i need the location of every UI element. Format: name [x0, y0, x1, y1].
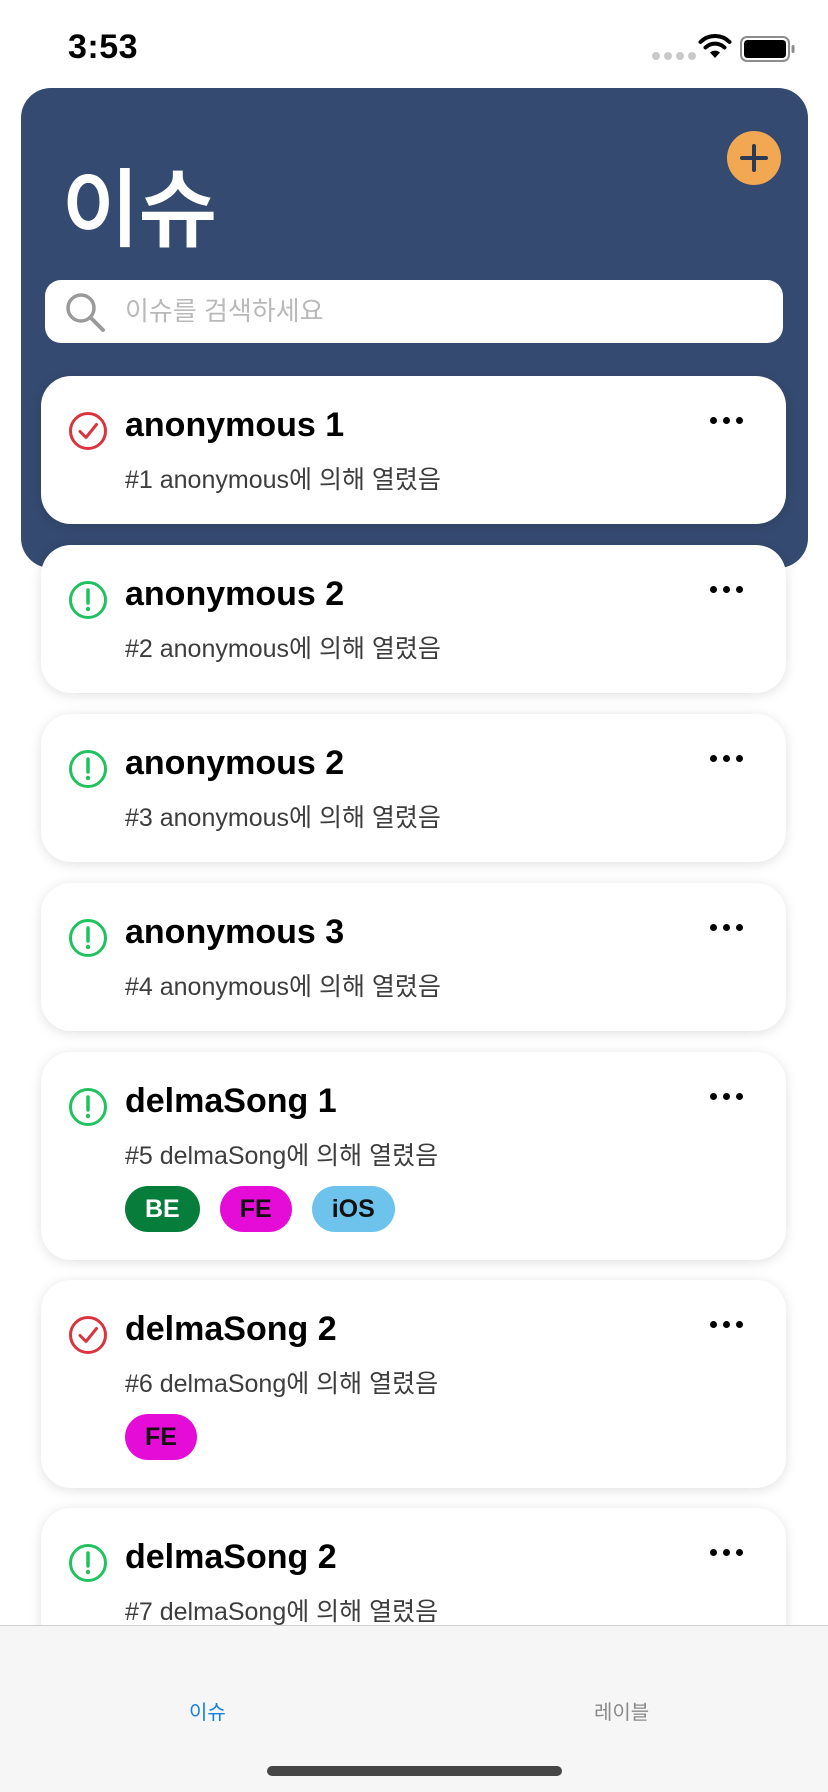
closed-issue-icon	[69, 412, 107, 450]
issue-card-6[interactable]: delmaSong 2 #6 delmaSong에 의해 열렸음 FE	[41, 1280, 786, 1488]
label-chip-fe: FE	[125, 1414, 197, 1460]
issue-subtitle: #6 delmaSong에 의해 열렸음	[125, 1370, 439, 1398]
issue-title: anonymous 2	[125, 744, 345, 782]
issue-card-1[interactable]: anonymous 1 #1 anonymous에 의해 열렸음	[41, 376, 786, 524]
wifi-icon	[698, 34, 732, 58]
tab-issues[interactable]: 이슈	[189, 1696, 226, 1725]
page-title: 이슈	[62, 163, 217, 257]
issue-title: delmaSong 2	[125, 1538, 337, 1576]
label-list: BE FE iOS	[125, 1186, 395, 1232]
issue-card-4[interactable]: anonymous 3 #4 anonymous에 의해 열렸음	[41, 883, 786, 1031]
closed-issue-icon	[69, 1316, 107, 1354]
more-options-button[interactable]	[701, 1086, 751, 1106]
plus-icon	[740, 144, 768, 172]
issue-title: delmaSong 2	[125, 1310, 337, 1348]
tab-labels[interactable]: 레이블	[594, 1696, 649, 1725]
more-options-button[interactable]	[701, 917, 751, 937]
cellular-signal-icon	[652, 52, 696, 60]
issue-subtitle: #2 anonymous에 의해 열렸음	[125, 635, 441, 663]
issue-title: delmaSong 1	[125, 1082, 337, 1120]
battery-icon	[740, 36, 795, 62]
search-bar[interactable]	[45, 280, 783, 343]
open-issue-icon	[69, 1088, 107, 1126]
more-options-button[interactable]	[701, 1314, 751, 1334]
open-issue-icon	[69, 581, 107, 619]
label-list: FE	[125, 1414, 197, 1460]
issue-subtitle: #4 anonymous에 의해 열렸음	[125, 973, 441, 1001]
issue-title: anonymous 1	[125, 406, 345, 444]
issue-card-5[interactable]: delmaSong 1 #5 delmaSong에 의해 열렸음 BE FE i…	[41, 1052, 786, 1260]
issue-subtitle: #1 anonymous에 의해 열렸음	[125, 466, 441, 494]
issue-card-2[interactable]: anonymous 2 #2 anonymous에 의해 열렸음	[41, 545, 786, 693]
issue-title: anonymous 2	[125, 575, 345, 613]
status-time: 3:53	[68, 28, 139, 66]
search-input[interactable]	[125, 280, 765, 343]
open-issue-icon	[69, 750, 107, 788]
label-chip-be: BE	[125, 1186, 200, 1232]
search-icon	[66, 293, 105, 332]
open-issue-icon	[69, 919, 107, 957]
label-chip-fe: FE	[219, 1186, 292, 1232]
issue-title: anonymous 3	[125, 913, 345, 951]
more-options-button[interactable]	[701, 579, 751, 599]
issue-subtitle: #7 delmaSong에 의해 열렸음	[125, 1598, 439, 1626]
status-bar: 3:53	[0, 0, 828, 88]
open-issue-icon	[69, 1544, 107, 1582]
issue-subtitle: #5 delmaSong에 의해 열렸음	[125, 1142, 439, 1170]
more-options-button[interactable]	[701, 410, 751, 430]
add-issue-button[interactable]	[727, 131, 781, 185]
more-options-button[interactable]	[701, 748, 751, 768]
issue-card-3[interactable]: anonymous 2 #3 anonymous에 의해 열렸음	[41, 714, 786, 862]
issue-subtitle: #3 anonymous에 의해 열렸음	[125, 804, 441, 832]
home-indicator	[267, 1766, 562, 1776]
more-options-button[interactable]	[701, 1542, 751, 1562]
label-chip-ios: iOS	[311, 1186, 395, 1232]
